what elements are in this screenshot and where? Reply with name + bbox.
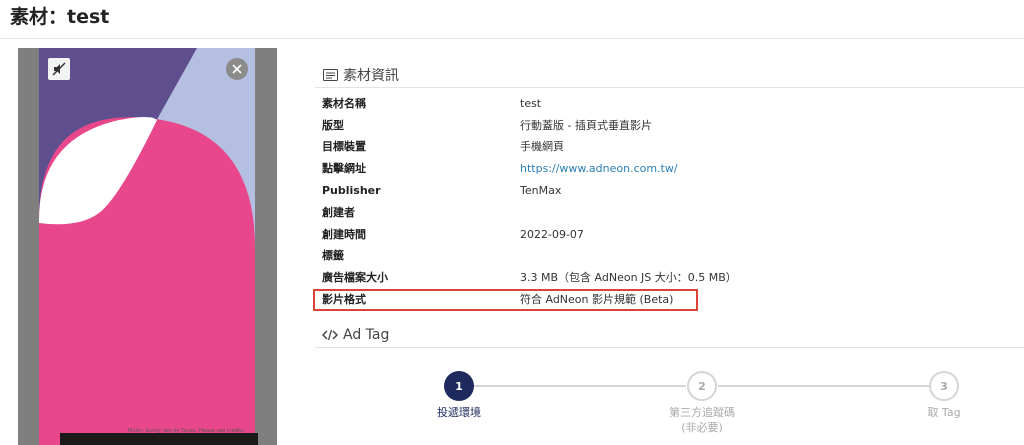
info-row-click-url: 點擊網址 https://www.adneon.com.tw/ [322,160,922,178]
title-divider [0,38,1024,39]
step-1-label[interactable]: 投遞環境 [409,405,509,420]
info-label: 目標裝置 [322,140,366,153]
info-label: 版型 [322,119,344,132]
step-3-indicator[interactable]: 3 [929,371,959,401]
info-section-divider [315,87,1024,88]
info-row-created-at: 創建時間 2022-09-07 [322,226,922,244]
step-2-indicator[interactable]: 2 [687,371,717,401]
code-icon [322,328,338,342]
preview-artwork [39,48,255,445]
info-value: 3.3 MB（包含 AdNeon JS 大小：0.5 MB） [520,271,737,284]
info-value: 手機網頁 [520,140,564,153]
info-row-file-size: 廣告檔案大小 3.3 MB（包含 AdNeon JS 大小：0.5 MB） [322,269,922,287]
info-row-device: 目標裝置 手機網頁 [322,138,922,156]
info-row-publisher: Publisher TenMax [322,182,922,200]
preview-caption: Music: Sunny day by Tunes. Please see cr… [128,428,244,434]
close-button[interactable] [226,58,248,80]
info-value: test [520,97,542,110]
stepper-connector [718,385,930,387]
video-format-highlight [313,289,698,311]
step-1-indicator[interactable]: 1 [444,371,474,401]
info-value: 行動蓋版 - 插頁式垂直影片 [520,119,652,132]
info-value: TenMax [520,184,562,197]
info-row-format: 版型 行動蓋版 - 插頁式垂直影片 [322,117,922,135]
close-icon [232,64,242,74]
info-label: 創建時間 [322,228,366,241]
click-url-link[interactable]: https://www.adneon.com.tw/ [520,160,678,178]
info-section-heading: 素材資訊 [322,65,399,85]
creative-preview[interactable] [18,48,277,445]
adtag-section-divider [315,347,1024,348]
info-label: 廣告檔案大小 [322,271,388,284]
info-label: 點擊網址 [322,162,366,175]
step-2-sublabel: (非必要) [681,421,723,434]
stepper-connector [474,385,686,387]
adtag-section-title: Ad Tag [343,327,390,343]
info-section-title: 素材資訊 [343,68,399,84]
info-row-tags: 標籤 [322,247,922,265]
step-3-label[interactable]: 取 Tag [894,405,994,420]
info-label: Publisher [322,184,381,197]
speaker-muted-icon [52,62,66,76]
step-2-label[interactable]: 第三方追蹤碼 [652,405,752,420]
adtag-section-heading: Ad Tag [322,325,389,345]
info-label: 創建者 [322,206,355,219]
info-row-name: 素材名稱 test [322,95,922,113]
page-title: 素材：test [10,6,110,28]
info-value: 2022-09-07 [520,228,584,241]
mute-button[interactable] [48,58,70,80]
info-row-creator: 創建者 [322,204,922,222]
info-label: 標籤 [322,249,344,262]
card-icon [322,68,338,82]
info-label: 素材名稱 [322,97,366,110]
